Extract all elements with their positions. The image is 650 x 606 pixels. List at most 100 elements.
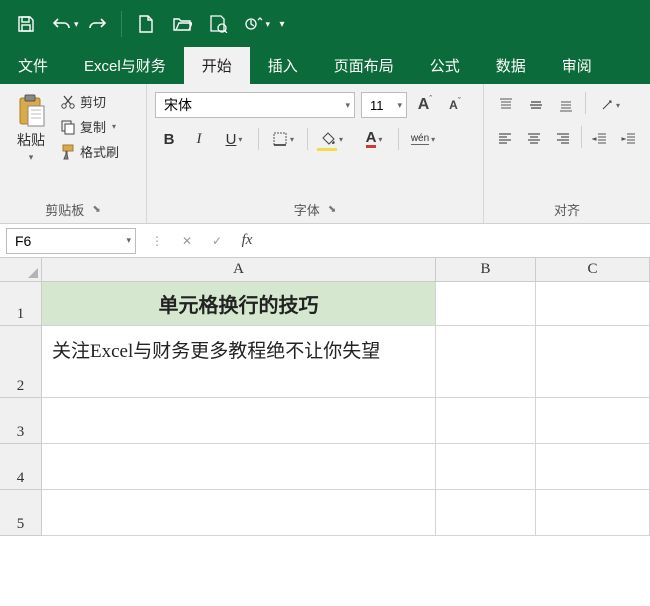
align-bottom-button[interactable] xyxy=(552,92,580,118)
increase-font-button[interactable]: Aˆ xyxy=(413,92,437,118)
row-header-3[interactable]: 3 xyxy=(0,398,42,444)
align-middle-button[interactable] xyxy=(522,92,550,118)
tab-excel-finance[interactable]: Excel与财务 xyxy=(66,47,184,84)
brush-icon xyxy=(60,144,76,160)
print-preview-icon[interactable] xyxy=(200,6,236,42)
cell-c5[interactable] xyxy=(536,490,650,536)
paste-button[interactable]: 粘贴 ▾ xyxy=(8,90,54,167)
name-box-value: F6 xyxy=(15,233,31,249)
border-icon xyxy=(272,131,288,147)
font-separator-2 xyxy=(307,128,308,150)
font-launcher-icon[interactable]: ⬊ xyxy=(328,204,336,215)
save-icon[interactable] xyxy=(8,6,44,42)
cell-c2[interactable] xyxy=(536,326,650,398)
name-box[interactable]: F6 ▾ xyxy=(6,228,136,254)
font-name-value: 宋体 xyxy=(164,95,192,115)
cell-a5[interactable] xyxy=(42,490,436,536)
align-left-button[interactable] xyxy=(492,126,519,152)
cell-a3[interactable] xyxy=(42,398,436,444)
increase-indent-icon xyxy=(621,131,637,147)
cell-b2[interactable] xyxy=(436,326,536,398)
formula-expand-icon[interactable]: ⋮ xyxy=(142,226,172,256)
group-clipboard: 粘贴 ▾ 剪切 复制 ▾ 格式刷 剪贴板 ⬊ xyxy=(0,84,147,223)
tab-page-layout[interactable]: 页面布局 xyxy=(316,47,412,84)
format-painter-button[interactable]: 格式刷 xyxy=(60,142,119,161)
quick-access-toolbar: ▾ ▾ ▾ xyxy=(0,0,650,48)
font-name-combo[interactable]: 宋体 ▾ xyxy=(155,92,355,118)
qat-overflow-icon[interactable]: ▾ xyxy=(270,6,294,42)
increase-indent-button[interactable] xyxy=(615,126,642,152)
align-right-icon xyxy=(555,131,571,147)
font-color-button[interactable]: A▾ xyxy=(355,126,393,152)
cut-label: 剪切 xyxy=(80,92,106,111)
tab-formulas[interactable]: 公式 xyxy=(412,47,478,84)
qat-separator xyxy=(121,11,122,37)
new-file-icon[interactable] xyxy=(128,6,164,42)
decrease-indent-icon xyxy=(592,131,608,147)
font-name-dropdown-icon: ▾ xyxy=(345,100,350,111)
cell-b5[interactable] xyxy=(436,490,536,536)
ribbon-tab-bar: 文件 Excel与财务 开始 插入 页面布局 公式 数据 审阅 xyxy=(0,48,650,84)
row-header-1[interactable]: 1 xyxy=(0,282,42,326)
formula-input[interactable] xyxy=(262,228,650,254)
cell-c3[interactable] xyxy=(536,398,650,444)
cell-c1[interactable] xyxy=(536,282,650,326)
cell-b4[interactable] xyxy=(436,444,536,490)
tab-home[interactable]: 开始 xyxy=(184,47,250,84)
border-button[interactable]: ▾ xyxy=(264,126,302,152)
bucket-icon xyxy=(321,131,337,147)
format-painter-label: 格式刷 xyxy=(80,142,119,161)
copy-label: 复制 xyxy=(80,117,106,136)
align-center-button[interactable] xyxy=(521,126,548,152)
decrease-indent-button[interactable] xyxy=(587,126,614,152)
tab-review[interactable]: 审阅 xyxy=(544,47,610,84)
name-box-dropdown-icon[interactable]: ▾ xyxy=(126,235,131,246)
fill-color-indicator xyxy=(317,148,337,151)
phonetic-button[interactable]: wén▾ xyxy=(404,126,442,152)
font-size-combo[interactable]: 11 ▾ xyxy=(361,92,407,118)
copy-button[interactable]: 复制 ▾ xyxy=(60,117,119,136)
align-top-button[interactable] xyxy=(492,92,520,118)
row-header-5[interactable]: 5 xyxy=(0,490,42,536)
copy-dropdown-icon[interactable]: ▾ xyxy=(112,122,116,131)
redo-icon[interactable] xyxy=(79,6,115,42)
cancel-formula-button[interactable]: ✕ xyxy=(172,226,202,256)
paste-label: 粘贴 xyxy=(17,130,45,150)
align-right-button[interactable] xyxy=(549,126,576,152)
bold-button[interactable]: B xyxy=(155,126,183,152)
align-sep xyxy=(585,92,586,114)
column-header-a[interactable]: A xyxy=(42,258,436,282)
scissors-icon xyxy=(60,94,76,110)
cell-a1[interactable]: 单元格换行的技巧 xyxy=(42,282,436,326)
decrease-font-button[interactable]: Aˇ xyxy=(443,92,467,118)
spreadsheet-grid: A B C 1 单元格换行的技巧 2 关注Excel与财务更多教程绝不让你失望 … xyxy=(0,258,650,536)
select-all-corner[interactable] xyxy=(0,258,42,282)
cell-b1[interactable] xyxy=(436,282,536,326)
font-group-title: 字体 xyxy=(294,200,320,219)
cell-a2[interactable]: 关注Excel与财务更多教程绝不让你失望 xyxy=(42,326,436,398)
cell-b3[interactable] xyxy=(436,398,536,444)
clipboard-launcher-icon[interactable]: ⬊ xyxy=(92,204,100,215)
cell-c4[interactable] xyxy=(536,444,650,490)
paste-dropdown-icon: ▾ xyxy=(29,152,34,163)
tab-insert[interactable]: 插入 xyxy=(250,47,316,84)
open-file-icon[interactable] xyxy=(164,6,200,42)
paste-icon xyxy=(16,94,46,128)
orientation-icon xyxy=(600,98,614,112)
column-header-c[interactable]: C xyxy=(536,258,650,282)
font-separator xyxy=(258,128,259,150)
column-header-b[interactable]: B xyxy=(436,258,536,282)
tab-data[interactable]: 数据 xyxy=(478,47,544,84)
cell-a4[interactable] xyxy=(42,444,436,490)
row-header-2[interactable]: 2 xyxy=(0,326,42,398)
cut-button[interactable]: 剪切 xyxy=(60,92,119,111)
formula-bar: F6 ▾ ⋮ ✕ ✓ fx xyxy=(0,224,650,258)
orientation-button[interactable]: ▾ xyxy=(591,92,629,118)
insert-function-button[interactable]: fx xyxy=(232,226,262,256)
underline-button[interactable]: U▾ xyxy=(215,126,253,152)
font-size-dropdown-icon: ▾ xyxy=(397,100,402,111)
italic-button[interactable]: I xyxy=(185,126,213,152)
tab-file[interactable]: 文件 xyxy=(0,47,66,84)
enter-formula-button[interactable]: ✓ xyxy=(202,226,232,256)
row-header-4[interactable]: 4 xyxy=(0,444,42,490)
